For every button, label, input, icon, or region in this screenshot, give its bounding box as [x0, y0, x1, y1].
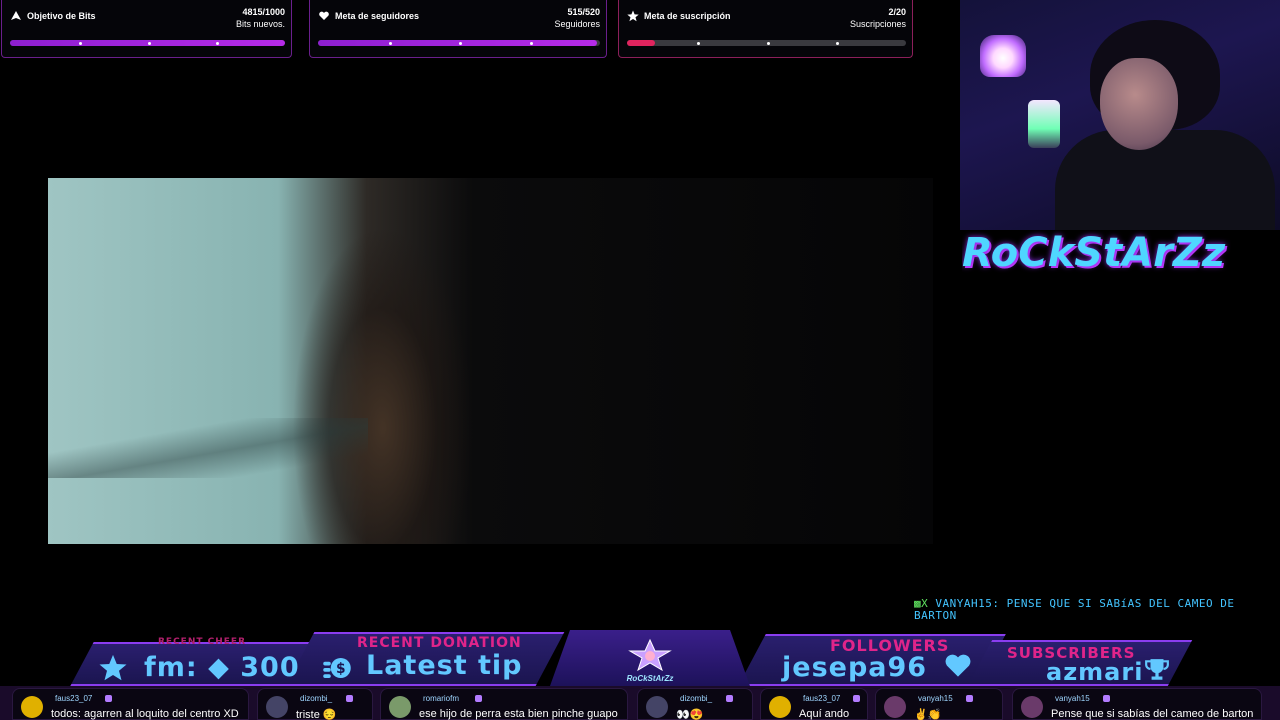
- avatar: [646, 696, 668, 718]
- chat-text: Aquí ando: [799, 708, 850, 720]
- chat-text: todos: agarren al loquito del centro XD: [51, 708, 239, 720]
- chat-message: dizombi_ triste 😔: [257, 688, 373, 720]
- subs-goal-unit: Suscripciones: [849, 19, 906, 29]
- followers-progress-fill: [318, 40, 598, 46]
- chat-message: faus23_07 Aquí ando: [760, 688, 868, 720]
- video-frame-shade: [48, 418, 368, 478]
- microphone: [1028, 100, 1060, 148]
- chat-username: vanyah15: [1055, 694, 1090, 703]
- chat-text: Pense que si sabías del cameo de barton: [1051, 708, 1254, 720]
- heart-hand-icon: [319, 11, 329, 20]
- bar-tick: [216, 41, 220, 45]
- star-icon: [99, 654, 127, 681]
- sub-badge-icon: [726, 695, 733, 702]
- avatar: [266, 696, 288, 718]
- streamer-face: [1100, 58, 1178, 150]
- center-logo-text: RoCkStArZz: [626, 674, 674, 683]
- latest-follower-value: jesepa96: [782, 652, 928, 683]
- alert-bar: RoCkStArZz RECENT CHEER fm: ◆ 300 RECENT…: [0, 630, 1280, 686]
- bits-triangle-icon: [11, 11, 21, 20]
- avatar: [1021, 696, 1043, 718]
- chat-username: dizombi_: [680, 694, 713, 703]
- bar-tick: [147, 41, 151, 45]
- followers-goal-unit: Seguidores: [554, 19, 600, 29]
- subs-goal-title: Meta de suscripción: [644, 11, 731, 21]
- streamer-body: [1055, 130, 1275, 230]
- sub-badge-icon: [105, 695, 112, 702]
- subs-goal-widget: Meta de suscripción 2/20 Suscripciones: [618, 0, 913, 58]
- chat-username: faus23_07: [803, 694, 841, 703]
- bar-tick: [766, 41, 770, 45]
- latest-subscriber-value: azmari: [1046, 658, 1144, 686]
- bits-goal-widget: Objetivo de Bits 4815/1000 Bits nuevos.: [1, 0, 292, 58]
- chat-text: triste 😔: [296, 709, 337, 720]
- recent-donation-value: Latest tip: [366, 650, 523, 681]
- bits-goal-unit: Bits nuevos.: [235, 19, 285, 29]
- subs-goal-count: 2/20: [888, 7, 906, 17]
- chat-message: vanyah15 ✌️👏: [875, 688, 1003, 720]
- chat-message: romariofm ese hijo de perra esta bien pi…: [380, 688, 628, 720]
- lamp-light: [980, 35, 1026, 77]
- heart-icon: [945, 654, 971, 677]
- sub-badge-icon: [475, 695, 482, 702]
- followers-goal-count: 515/520: [567, 7, 600, 17]
- bits-progress-bar: [10, 40, 285, 46]
- sub-badge-icon: [1103, 695, 1110, 702]
- bar-tick: [836, 41, 840, 45]
- recent-cheer-caption: RECENT CHEER: [158, 637, 246, 647]
- channel-star-logo-icon: [628, 638, 672, 672]
- chat-username: dizombi_: [300, 694, 333, 703]
- avatar: [389, 696, 411, 718]
- chat-message: dizombi_ 👀😍: [637, 688, 753, 720]
- recent-cheer-value: fm: ◆ 300: [144, 652, 300, 683]
- chat-strip: faus23_07 todos: agarren al loquito del …: [0, 686, 1280, 720]
- chat-username: faus23_07: [55, 694, 93, 703]
- trophy-icon: [1145, 659, 1169, 680]
- recent-donation-caption: RECENT DONATION: [357, 635, 522, 651]
- bar-tick: [696, 41, 700, 45]
- bar-tick: [78, 41, 82, 45]
- followers-goal-title: Meta de seguidores: [335, 11, 420, 21]
- sub-badge-icon: [853, 695, 860, 702]
- chat-ticker: ▩X VANYAH15: PENSE QUE SI SABíAS DEL CAM…: [914, 598, 1264, 622]
- avatar: [884, 696, 906, 718]
- sub-badge-icon: [966, 695, 973, 702]
- ticker-text: VANYAH15: PENSE QUE SI SABíAS DEL CAMEO …: [914, 597, 1235, 622]
- bar-tick: [388, 41, 392, 45]
- center-logo-badge: RoCkStArZz: [550, 630, 750, 686]
- avatar: [21, 696, 43, 718]
- bits-goal-count: 4815/1000: [242, 7, 285, 17]
- followers-goal-widget: Meta de seguidores 515/520 Seguidores: [309, 0, 607, 58]
- webcam-feed: [960, 0, 1280, 230]
- sub-badge-icon: [346, 695, 353, 702]
- subs-progress-bar: [627, 40, 906, 46]
- chat-text: ✌️👏: [914, 709, 942, 720]
- coins-icon: $: [323, 658, 351, 678]
- chat-username: vanyah15: [918, 694, 953, 703]
- subs-progress-fill: [627, 40, 655, 46]
- bar-tick: [529, 41, 533, 45]
- bar-tick: [459, 41, 462, 45]
- chat-message: vanyah15 Pense que si sabías del cameo d…: [1012, 688, 1262, 720]
- video-player[interactable]: [48, 178, 933, 544]
- followers-progress-bar: [318, 40, 600, 46]
- chat-message: faus23_07 todos: agarren al loquito del …: [12, 688, 249, 720]
- avatar: [769, 696, 791, 718]
- star-icon: [627, 10, 639, 22]
- chat-text: ese hijo de perra esta bien pinche guapo: [419, 708, 618, 720]
- chat-username: romariofm: [423, 694, 460, 703]
- svg-text:$: $: [336, 661, 346, 677]
- channel-logo: RoCkStArZz: [962, 230, 1226, 276]
- bits-goal-title: Objetivo de Bits: [27, 11, 96, 21]
- chat-text: 👀😍: [676, 709, 704, 720]
